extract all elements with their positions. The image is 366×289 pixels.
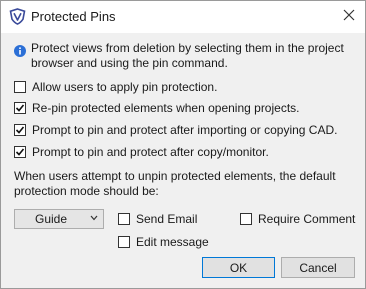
cancel-button[interactable]: Cancel	[281, 257, 355, 278]
edit-message-option[interactable]: Edit message	[118, 235, 209, 249]
allow-pin-protection-label: Allow users to apply pin protection.	[32, 80, 218, 94]
require-comment-label: Require Comment	[258, 212, 356, 226]
title-bar[interactable]: Protected Pins	[1, 1, 365, 33]
protection-mode-value: Guide	[35, 212, 68, 226]
checkmark-icon	[15, 104, 25, 112]
close-button[interactable]	[333, 1, 365, 32]
window-title: Protected Pins	[31, 9, 116, 24]
revit-shield-icon	[9, 8, 26, 25]
ok-button-label: OK	[229, 260, 248, 275]
info-text: Protect views from deletion by selecting…	[31, 41, 344, 70]
prompt-after-copy-monitor-option[interactable]: Prompt to pin and protect after copy/mon…	[14, 145, 269, 159]
repin-on-open-label: Re-pin protected elements when opening p…	[32, 101, 300, 115]
chevron-down-icon	[90, 214, 98, 223]
allow-pin-protection-checkbox[interactable]	[14, 81, 26, 93]
checkmark-icon	[15, 126, 25, 134]
send-email-label: Send Email	[136, 212, 198, 226]
ok-button[interactable]: OK	[202, 257, 275, 278]
close-icon	[343, 9, 355, 24]
send-email-checkbox[interactable]	[118, 213, 130, 225]
cancel-button-label: Cancel	[299, 260, 337, 275]
repin-on-open-option[interactable]: Re-pin protected elements when opening p…	[14, 101, 300, 115]
unpin-description: When users attempt to unpin protected el…	[14, 169, 336, 198]
prompt-after-cad-option[interactable]: Prompt to pin and protect after importin…	[14, 123, 337, 137]
send-email-option[interactable]: Send Email	[118, 212, 197, 226]
prompt-after-copy-monitor-label: Prompt to pin and protect after copy/mon…	[32, 145, 269, 159]
dialog-window: Protected Pins Protect views from deleti…	[0, 0, 366, 289]
allow-pin-protection-option[interactable]: Allow users to apply pin protection.	[14, 80, 217, 94]
prompt-after-cad-checkbox[interactable]	[14, 124, 26, 136]
checkmark-icon	[15, 148, 25, 156]
info-icon	[14, 45, 26, 57]
require-comment-checkbox[interactable]	[240, 213, 252, 225]
edit-message-label: Edit message	[136, 235, 209, 249]
repin-on-open-checkbox[interactable]	[14, 102, 26, 114]
protection-mode-dropdown[interactable]: Guide	[14, 209, 104, 229]
prompt-after-copy-monitor-checkbox[interactable]	[14, 146, 26, 158]
edit-message-checkbox[interactable]	[118, 236, 130, 248]
prompt-after-cad-label: Prompt to pin and protect after importin…	[32, 123, 338, 137]
require-comment-option[interactable]: Require Comment	[240, 212, 355, 226]
